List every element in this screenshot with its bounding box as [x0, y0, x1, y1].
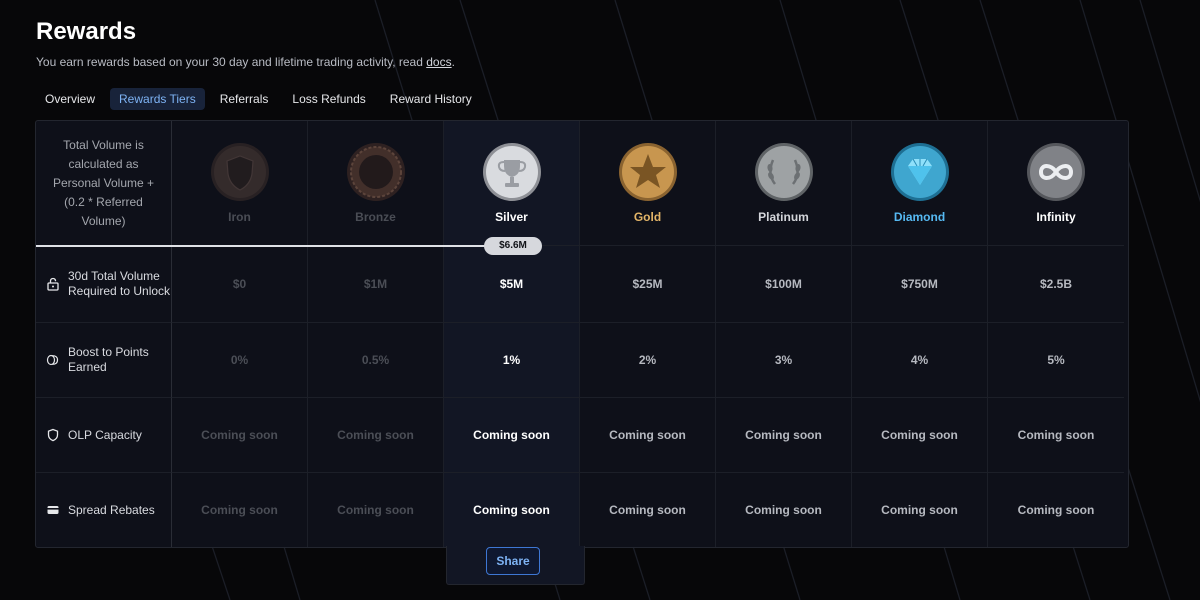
- tier-name-bronze: Bronze: [355, 210, 396, 224]
- tier-header-silver: Silver: [444, 121, 580, 246]
- value-olp-platinum: Coming soon: [716, 398, 852, 473]
- row-label-text: Spread Rebates: [68, 502, 155, 517]
- value-rebates-diamond: Coming soon: [852, 473, 988, 547]
- row-label-olp-capacity: OLP Capacity: [36, 398, 172, 473]
- value-rebates-infinity: Coming soon: [1017, 503, 1095, 517]
- subtitle-end: .: [451, 55, 455, 69]
- row-label-boost: Boost to Points Earned: [36, 323, 172, 398]
- value-volume-iron: $0: [172, 246, 308, 323]
- tier-name-infinity: Infinity: [1036, 210, 1076, 224]
- row-label-text: Boost to Points Earned: [68, 345, 149, 374]
- rewards-tiers-table: Total Volume is calculated as Personal V…: [35, 120, 1129, 585]
- tab-rewards-tiers[interactable]: Rewards Tiers: [110, 88, 205, 110]
- tier-name-platinum: Platinum: [758, 210, 809, 224]
- iron-shield-medal-icon: [210, 142, 270, 202]
- tier-name-gold: Gold: [633, 210, 662, 224]
- value-olp-iron: Coming soon: [172, 398, 308, 473]
- shield-icon: [47, 428, 59, 442]
- value-volume-bronze: $1M: [308, 246, 444, 323]
- value-boost-diamond: 4%: [852, 323, 988, 398]
- tier-header-infinity: Infinity: [988, 121, 1124, 246]
- value-rebates-gold: Coming soon: [580, 473, 716, 547]
- value-olp-diamond: Coming soon: [852, 398, 988, 473]
- value-volume-gold: $25M: [580, 246, 716, 323]
- silver-trophy-medal-icon: [482, 142, 542, 202]
- value-rebates-bronze: Coming soon: [308, 473, 444, 547]
- share-button[interactable]: Share: [486, 547, 540, 575]
- value-olp-silver: Coming soon: [444, 398, 580, 473]
- value-volume-silver: $5M: [444, 246, 580, 323]
- value-olp-gold: Coming soon: [580, 398, 716, 473]
- value-volume-platinum: $100M: [716, 246, 852, 323]
- progress-line: [36, 245, 516, 247]
- value-olp-bronze: Coming soon: [308, 398, 444, 473]
- bronze-medal-icon: [346, 142, 406, 202]
- value-boost-silver: 1%: [444, 323, 580, 398]
- value-boost-iron: 0%: [172, 323, 308, 398]
- lock-icon: [47, 277, 59, 291]
- tab-bar: Overview Rewards Tiers Referrals Loss Re…: [36, 88, 481, 110]
- tier-header-iron: Iron: [172, 121, 308, 246]
- tab-referrals[interactable]: Referrals: [211, 88, 278, 110]
- tier-name-silver: Silver: [495, 210, 528, 224]
- value-volume-infinity: $2.5B: [988, 246, 1124, 323]
- row-label-text: OLP Capacity: [68, 427, 142, 442]
- tier-header-bronze: Bronze: [308, 121, 444, 246]
- infinity-medal-icon: [1026, 142, 1086, 202]
- tier-name-diamond: Diamond: [893, 210, 946, 224]
- tab-loss-refunds[interactable]: Loss Refunds: [283, 88, 374, 110]
- tier-header-gold: Gold: [580, 121, 716, 246]
- diamond-medal-icon: [890, 142, 950, 202]
- row-label-volume-required: 30d Total Volume Required to Unlock: [36, 246, 172, 323]
- value-rebates-platinum: Coming soon: [716, 473, 852, 547]
- card-icon: [47, 506, 59, 514]
- value-rebates-iron: Coming soon: [172, 473, 308, 547]
- value-boost-infinity: 5%: [988, 323, 1124, 398]
- row-label-spread-rebates: Spread Rebates: [36, 473, 172, 547]
- row-label-text: 30d Total Volume Required to Unlock: [68, 269, 171, 298]
- coins-icon: [46, 354, 59, 366]
- page-title: Rewards: [36, 18, 137, 45]
- subtitle-text: You earn rewards based on your 30 day an…: [36, 55, 427, 69]
- value-boost-bronze: 0.5%: [308, 323, 444, 398]
- tier-header-platinum: Platinum: [716, 121, 852, 246]
- value-boost-platinum: 3%: [716, 323, 852, 398]
- page-subtitle: You earn rewards based on your 30 day an…: [36, 55, 455, 69]
- gold-star-medal-icon: [618, 142, 678, 202]
- value-volume-diamond: $750M: [852, 246, 988, 323]
- total-volume-note: Total Volume is calculated as Personal V…: [36, 121, 172, 246]
- progress-value-pill: $6.6M: [484, 237, 542, 255]
- tier-header-diamond: Diamond: [852, 121, 988, 246]
- value-rebates-silver: Coming soon: [444, 473, 580, 547]
- tab-overview[interactable]: Overview: [36, 88, 104, 110]
- docs-link[interactable]: docs: [426, 55, 451, 69]
- platinum-laurel-medal-icon: [754, 142, 814, 202]
- tier-name-iron: Iron: [228, 210, 251, 224]
- value-olp-infinity: Coming soon: [988, 398, 1124, 473]
- value-boost-gold: 2%: [580, 323, 716, 398]
- tab-reward-history[interactable]: Reward History: [381, 88, 481, 110]
